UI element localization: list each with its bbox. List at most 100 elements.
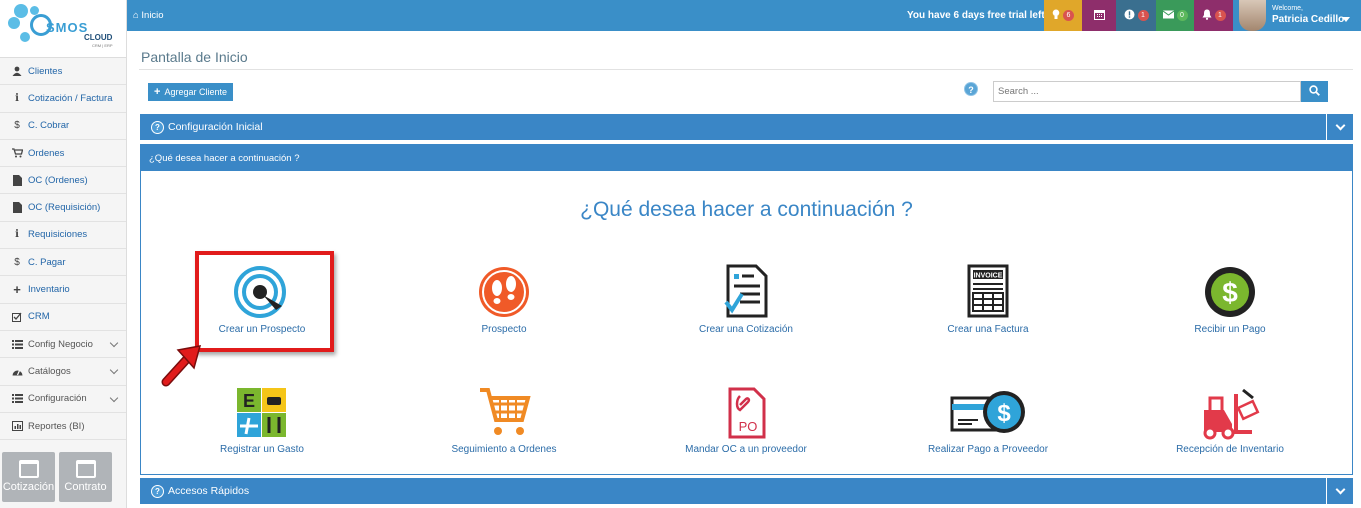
- sidebar-item-oc-ordenes[interactable]: OC (Ordenes): [0, 167, 126, 195]
- action-seguimiento-ordenes[interactable]: Seguimiento a Ordenes: [424, 386, 584, 455]
- sidebar-item-crm[interactable]: CRM: [0, 304, 126, 331]
- file-icon: [10, 174, 24, 186]
- config-panel-header[interactable]: ? Configuración Inicial: [140, 114, 1353, 140]
- app-logo[interactable]: SMOS CLOUD CRM | ERP: [0, 0, 126, 58]
- alert-icon: [1124, 9, 1135, 23]
- action-crear-cotizacion[interactable]: Crear una Cotización: [666, 264, 826, 335]
- svg-text:$: $: [1222, 277, 1238, 308]
- page-title: Pantalla de Inicio: [141, 49, 248, 65]
- tips-button[interactable]: 6: [1044, 0, 1082, 31]
- messages-button[interactable]: 0: [1156, 0, 1194, 31]
- chevron-down-icon: [109, 366, 119, 375]
- quick-access-panel-header[interactable]: ? Accesos Rápidos: [140, 478, 1353, 504]
- calendar-icon: [18, 460, 39, 478]
- action-pago-proveedor[interactable]: $ Realizar Pago a Proveedor: [908, 386, 1068, 455]
- sidebar-item-label: OC (Requisición): [28, 202, 101, 214]
- action-label: Registrar un Gasto: [220, 444, 304, 455]
- tile-label: Cotización: [2, 481, 55, 493]
- svg-text:PO: PO: [739, 419, 758, 434]
- search-input[interactable]: [993, 81, 1301, 102]
- plus-icon: +: [13, 282, 21, 298]
- forklift-icon: [1203, 388, 1260, 440]
- expense-categories-icon: E: [237, 388, 286, 437]
- chevron-down-icon: [1335, 484, 1345, 494]
- breadcrumb[interactable]: ⌂ Inicio: [133, 10, 164, 21]
- checkbox-icon: [10, 312, 24, 322]
- list-icon: [10, 394, 24, 404]
- sidebar-item-reportes[interactable]: Reportes (BI): [0, 413, 126, 441]
- logo-brand: SMOS: [46, 20, 89, 35]
- top-bar: ⌂ Inicio You have 6 days free trial left…: [127, 0, 1361, 31]
- logo-tagline: CRM | ERP: [92, 43, 113, 48]
- action-prospecto[interactable]: Prospecto: [424, 264, 584, 335]
- action-label: Recibir un Pago: [1194, 324, 1266, 335]
- caret-down-icon: [1342, 17, 1350, 22]
- action-recepcion-inventario[interactable]: Recepción de Inventario: [1150, 386, 1310, 455]
- sidebar-item-cotizacion[interactable]: i Cotización / Factura: [0, 85, 126, 113]
- calendar-button[interactable]: [1082, 0, 1116, 31]
- list-icon: [10, 339, 24, 349]
- expand-toggle[interactable]: [1326, 478, 1353, 504]
- breadcrumb-label: Inicio: [141, 10, 164, 21]
- tile-contrato[interactable]: Contrato: [59, 452, 112, 502]
- sidebar-item-oc-requisicion[interactable]: OC (Requisición): [0, 194, 126, 222]
- sidebar-item-config-negocio[interactable]: Config Negocio: [0, 331, 126, 359]
- sidebar-item-catalogos[interactable]: Catálogos: [0, 358, 126, 386]
- home-icon: ⌂: [133, 10, 139, 21]
- dollar-coin-icon: $: [1205, 267, 1255, 317]
- dollar-icon: $: [14, 120, 20, 132]
- info-icon: i: [15, 229, 19, 241]
- sidebar-item-ordenes[interactable]: Ordenes: [0, 140, 126, 168]
- action-crear-factura[interactable]: INVOICE Crear una Factura: [908, 264, 1068, 335]
- envelope-icon: [1162, 10, 1174, 22]
- shortcut-tiles: Cotización Contrato: [0, 452, 127, 502]
- action-label: Seguimiento a Ordenes: [451, 444, 557, 455]
- bar-chart-icon: [10, 421, 24, 431]
- search-icon: [1309, 84, 1320, 99]
- action-label: Mandar OC a un proveedor: [685, 444, 807, 455]
- info-icon: i: [15, 92, 19, 104]
- shopping-cart-icon: [480, 388, 531, 435]
- sidebar-item-label: Inventario: [28, 284, 70, 296]
- action-mandar-oc[interactable]: PO Mandar OC a un proveedor: [666, 386, 826, 455]
- add-client-button[interactable]: + Agregar Cliente: [148, 83, 233, 101]
- sidebar-item-label: Catálogos: [28, 365, 71, 377]
- tile-label: Contrato: [64, 481, 107, 493]
- notifications-badge: 1: [1214, 10, 1226, 21]
- action-recibir-pago[interactable]: $ Recibir un Pago: [1150, 264, 1310, 335]
- search-button[interactable]: [1301, 81, 1328, 102]
- annotation-arrow-icon: [161, 345, 202, 387]
- sidebar-item-c-pagar[interactable]: $ C. Pagar: [0, 249, 126, 277]
- chevron-down-icon: [109, 393, 119, 402]
- file-icon: [10, 202, 24, 214]
- sidebar-item-clientes[interactable]: Clientes: [0, 58, 126, 86]
- dashboard-icon: [10, 367, 24, 376]
- action-label: Prospecto: [481, 324, 527, 335]
- sidebar-item-c-cobrar[interactable]: $ C. Cobrar: [0, 113, 126, 140]
- expand-toggle[interactable]: [1326, 114, 1353, 140]
- quick-access-title: Accesos Rápidos: [168, 485, 250, 497]
- invoice-icon: INVOICE: [967, 264, 1009, 318]
- calendar-icon: [1093, 9, 1105, 23]
- svg-text:INVOICE: INVOICE: [974, 273, 1003, 280]
- sidebar-item-inventario[interactable]: + Inventario: [0, 276, 126, 304]
- user-menu[interactable]: Welcome, Patricia Cedillo: [1239, 0, 1361, 31]
- trial-notice: You have 6 days free trial left: [907, 10, 1045, 21]
- notifications-button[interactable]: 1: [1194, 0, 1233, 31]
- sidebar-item-label: Config Negocio: [28, 338, 93, 350]
- highlight-box: [195, 251, 334, 352]
- tile-cotizacion[interactable]: Cotización: [2, 452, 55, 502]
- action-registrar-gasto[interactable]: E Registrar un Gasto: [182, 386, 342, 455]
- sidebar-item-requisiciones[interactable]: i Requisiciones: [0, 222, 126, 250]
- chevron-down-icon: [109, 338, 119, 348]
- alerts-button[interactable]: 1: [1116, 0, 1156, 31]
- action-label: Recepción de Inventario: [1176, 444, 1284, 455]
- sidebar-item-label: C. Pagar: [28, 256, 66, 268]
- sidebar-item-label: OC (Ordenes): [28, 174, 88, 186]
- add-client-label: Agregar Cliente: [164, 87, 227, 97]
- lightbulb-icon: [1052, 9, 1060, 23]
- card-payment-icon: $: [950, 391, 1025, 433]
- sidebar-item-configuracion[interactable]: Configuración: [0, 386, 126, 413]
- next-actions-heading: ¿Qué desea hacer a continuación ?: [580, 198, 913, 221]
- help-icon[interactable]: ?: [964, 82, 978, 96]
